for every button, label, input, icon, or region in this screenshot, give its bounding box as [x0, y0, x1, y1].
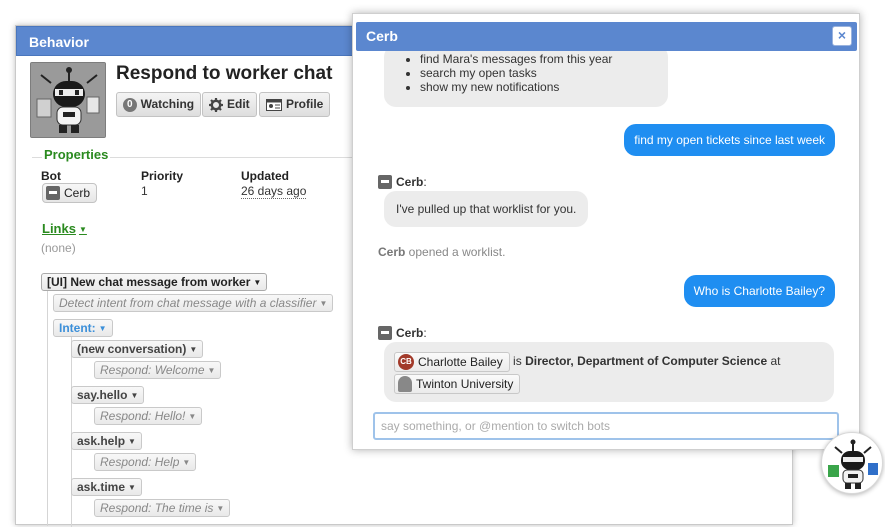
- tree-action-label: Respond: Help: [100, 455, 180, 469]
- links-empty-text: (none): [41, 241, 76, 255]
- robot-icon: [46, 186, 60, 200]
- bot-property-label: Bot: [41, 169, 61, 183]
- message-sender: Cerb:: [378, 175, 427, 189]
- tree-outcome-ask-help[interactable]: ask.help ▼: [71, 432, 142, 450]
- chevron-down-icon: ▼: [182, 458, 191, 467]
- building-icon: [398, 375, 412, 392]
- robot-icon: [31, 63, 105, 137]
- edit-button[interactable]: Edit: [202, 92, 257, 117]
- watchers-count-badge: 0: [123, 97, 137, 112]
- contact-avatar: CB: [398, 353, 414, 370]
- chat-input[interactable]: [375, 414, 837, 438]
- chevron-down-icon: ▼: [128, 483, 136, 492]
- org-name: Twinton University: [416, 376, 514, 391]
- contact-title: Director, Department of Computer Science: [525, 354, 768, 368]
- bot-avatar: [30, 62, 106, 138]
- suggestions-list: find Mara's messages from this year sear…: [384, 52, 668, 94]
- tree-outcome-label: (new conversation): [77, 342, 187, 356]
- chevron-down-icon: ▼: [253, 278, 262, 287]
- suggestion-item: search my open tasks: [420, 66, 668, 80]
- chevron-down-icon: ▼: [189, 345, 198, 354]
- chevron-down-icon: ▼: [128, 437, 136, 446]
- gear-icon: [209, 97, 223, 112]
- tree-outcome-label: ask.time: [77, 480, 126, 494]
- chevron-down-icon: ▼: [188, 412, 197, 421]
- sender-suffix: :: [423, 175, 427, 189]
- sender-name: Cerb: [396, 175, 424, 189]
- tree-action-respond-help[interactable]: Respond: Help ▼: [94, 453, 197, 471]
- tree-outcome-label: say.hello: [77, 388, 128, 402]
- tree-action-label: Respond: The time is: [100, 501, 214, 515]
- bot-suggestions-bubble: find Mara's messages from this year sear…: [384, 51, 668, 107]
- user-message: Who is Charlotte Bailey?: [683, 275, 835, 307]
- user-message: find my open tickets since last week: [624, 124, 835, 156]
- watch-button-label: Watching: [140, 97, 195, 111]
- tree-intent-label: Intent:: [59, 321, 96, 335]
- updated-property-label: Updated: [241, 169, 289, 183]
- message-sender: Cerb:: [378, 326, 427, 340]
- profile-button[interactable]: Profile: [259, 92, 331, 117]
- event-text: opened a worklist.: [405, 245, 506, 259]
- suggestion-item: show my new notifications: [420, 80, 668, 94]
- bot-chip[interactable]: Cerb: [42, 183, 98, 203]
- answer-at-text: at: [767, 354, 781, 368]
- chevron-down-icon: ▼: [319, 299, 328, 308]
- chat-window-title: Cerb: [366, 28, 398, 44]
- event-actor: Cerb: [378, 245, 406, 259]
- bot-chip-label: Cerb: [64, 186, 91, 200]
- robot-icon: [828, 439, 878, 489]
- links-menu[interactable]: Links ▼: [42, 221, 87, 236]
- tree-action-respond-hello[interactable]: Respond: Hello! ▼: [94, 407, 203, 425]
- contact-name: Charlotte Bailey: [418, 354, 503, 369]
- tree-outcome-ask-time[interactable]: ask.time ▼: [71, 478, 142, 496]
- links-menu-label: Links: [42, 221, 76, 236]
- chat-window-titlebar[interactable]: Cerb ×: [356, 22, 857, 51]
- robot-icon: [378, 175, 392, 189]
- tree-intent-node[interactable]: Intent: ▼: [53, 319, 113, 337]
- tree-action-label: Detect intent from chat message with a c…: [59, 296, 317, 310]
- edit-button-label: Edit: [227, 97, 250, 111]
- org-chip[interactable]: Twinton University: [394, 373, 521, 394]
- tree-action-respond-time[interactable]: Respond: The time is ▼: [94, 499, 231, 517]
- chevron-down-icon: ▼: [98, 324, 107, 333]
- chat-input-wrapper: [373, 412, 839, 440]
- priority-property-label: Priority: [141, 169, 184, 183]
- robot-icon: [378, 326, 392, 340]
- id-card-icon: [266, 99, 282, 111]
- chevron-down-icon: ▼: [207, 366, 216, 375]
- bot-message: I've pulled up that worklist for you.: [384, 191, 589, 227]
- tree-action-respond-welcome[interactable]: Respond: Welcome ▼: [94, 361, 222, 379]
- contact-chip[interactable]: CB Charlotte Bailey: [394, 351, 510, 372]
- tree-trigger-node[interactable]: [UI] New chat message from worker ▼: [41, 273, 268, 291]
- tree-action-label: Respond: Hello!: [100, 409, 186, 423]
- updated-value[interactable]: 26 days ago: [241, 184, 307, 199]
- tree-trigger-label: [UI] New chat message from worker: [47, 275, 251, 289]
- close-icon[interactable]: ×: [832, 26, 852, 46]
- priority-value: 1: [141, 184, 148, 198]
- profile-button-label: Profile: [286, 97, 324, 111]
- bot-launcher-button[interactable]: [821, 432, 883, 494]
- chevron-down-icon: ▼: [216, 504, 225, 513]
- sender-name: Cerb: [396, 326, 424, 340]
- watch-button[interactable]: 0 Watching: [116, 92, 202, 117]
- tree-action-detect[interactable]: Detect intent from chat message with a c…: [53, 294, 334, 312]
- chevron-down-icon: ▼: [78, 225, 87, 234]
- tree-outcome-new-conversation[interactable]: (new conversation) ▼: [71, 340, 204, 358]
- tree-outcome-say-hello[interactable]: say.hello ▼: [71, 386, 145, 404]
- sender-suffix: :: [423, 326, 427, 340]
- record-title: Respond to worker chat: [116, 63, 333, 84]
- suggestion-item: find Mara's messages from this year: [420, 52, 668, 66]
- properties-heading: Properties: [42, 147, 111, 162]
- tree-guide-line: [47, 291, 48, 526]
- tree-outcome-label: ask.help: [77, 434, 126, 448]
- bot-answer-bubble: CB Charlotte Bailey is Director, Departm…: [384, 342, 834, 402]
- tree-action-label: Respond: Welcome: [100, 363, 205, 377]
- chat-window: find Mara's messages from this year sear…: [352, 13, 860, 450]
- event-message: Cerb opened a worklist.: [378, 245, 505, 259]
- answer-is-text: is: [509, 354, 526, 368]
- chat-transcript[interactable]: find Mara's messages from this year sear…: [353, 51, 859, 407]
- chevron-down-icon: ▼: [130, 391, 139, 400]
